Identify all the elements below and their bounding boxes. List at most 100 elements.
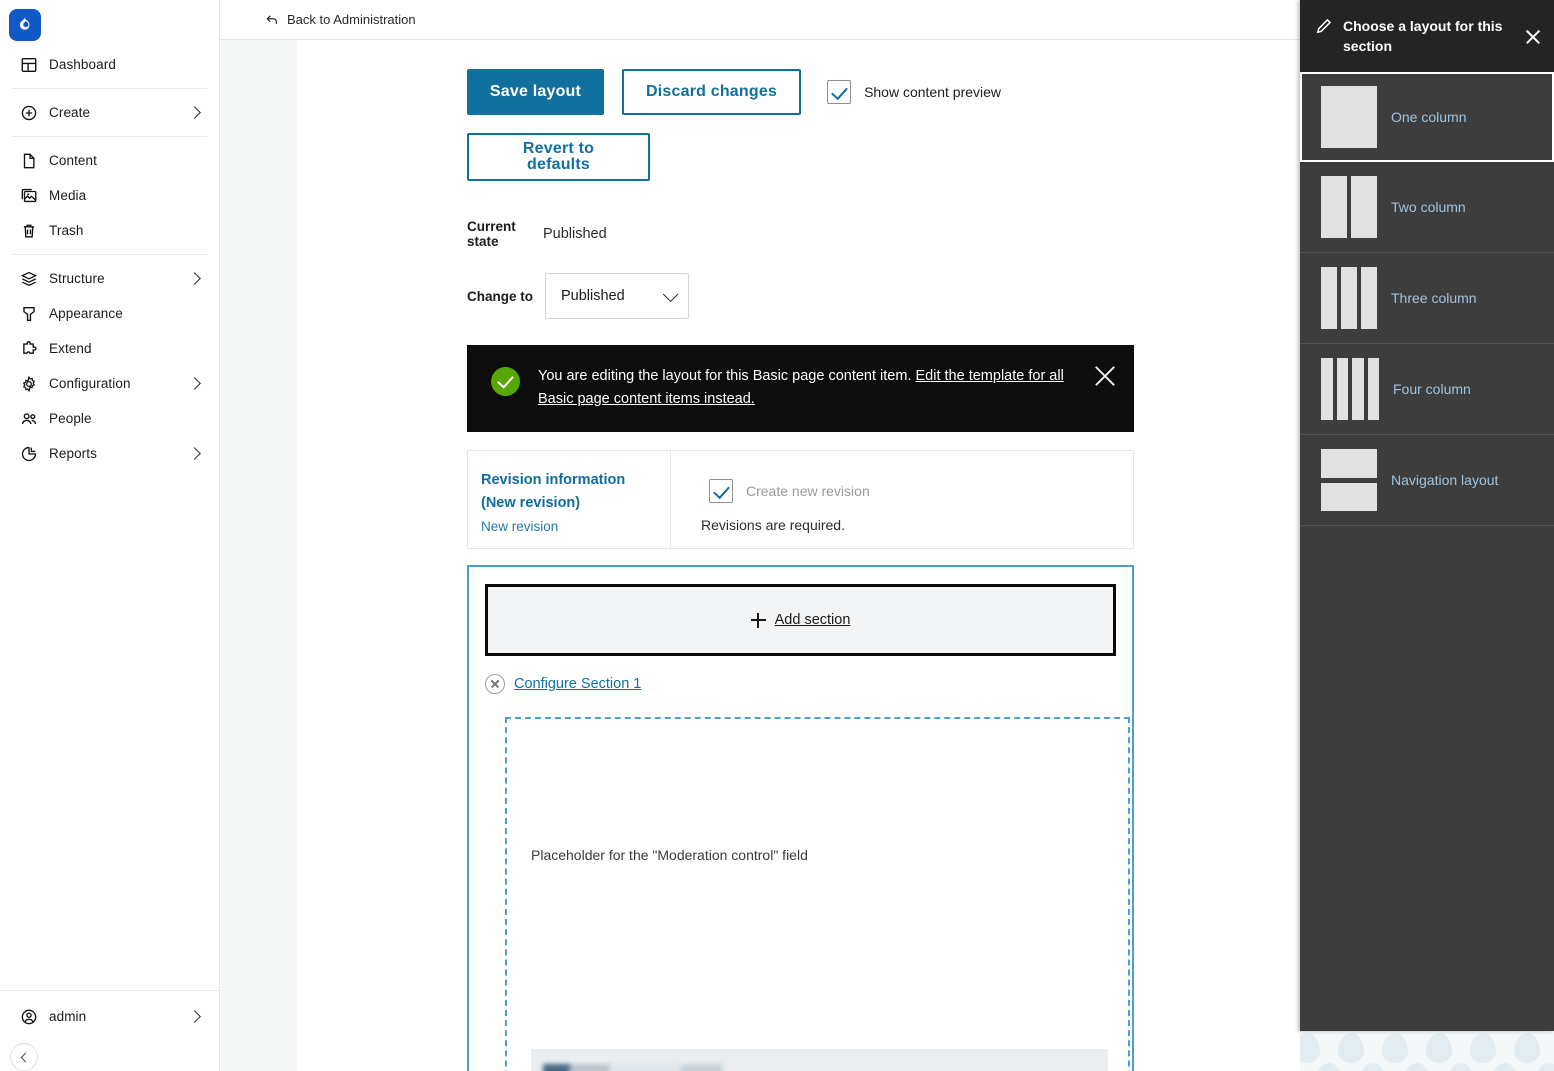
layout-option-four-column[interactable]: Four column: [1300, 344, 1554, 435]
configure-section-link[interactable]: Configure Section 1: [514, 676, 641, 692]
layout-option-label: Four column: [1393, 381, 1471, 397]
chevron-right-icon: [188, 447, 201, 460]
sidebar-item-structure[interactable]: Structure: [6, 261, 213, 296]
droplet-icon: [1470, 1033, 1496, 1063]
offcanvas-title: Choose a layout for this section: [1343, 18, 1503, 54]
image-icon: [20, 187, 38, 205]
chart-pie-icon: [20, 445, 38, 463]
sidebar-item-label: Media: [49, 188, 87, 203]
collapse-sidebar-button[interactable]: [10, 1043, 38, 1071]
sidebar-item-media[interactable]: Media: [6, 178, 213, 213]
sidebar-item-label: Extend: [49, 341, 92, 356]
create-new-revision-label: Create new revision: [746, 483, 870, 499]
droplet-icon: [1404, 1063, 1430, 1071]
sidebar-item-label: Dashboard: [49, 57, 116, 72]
user-circle-icon: [20, 1008, 38, 1026]
save-layout-button[interactable]: Save layout: [467, 69, 604, 115]
navigation-layout-thumbnail: [1321, 449, 1377, 511]
chevron-down-icon: [662, 286, 679, 302]
create-new-revision-toggle: Create new revision: [709, 479, 1133, 503]
layout-builder-canvas: Add section Configure Section 1 Placehol…: [467, 565, 1134, 1071]
sidebar-item-account[interactable]: admin: [6, 999, 213, 1034]
layout-option-label: Navigation layout: [1391, 472, 1499, 488]
layout-option-navigation-layout[interactable]: Navigation layout: [1300, 435, 1554, 526]
change-to-label: Change to: [467, 288, 533, 304]
sidebar-item-label: Reports: [49, 446, 97, 461]
droplet-icon: [1338, 1033, 1364, 1063]
two-column-thumbnail: [1321, 176, 1377, 238]
layout-option-one-column[interactable]: One column: [1300, 72, 1554, 162]
remove-section-icon[interactable]: [485, 674, 505, 694]
revision-summary[interactable]: Revision information (New revision) New …: [468, 451, 671, 548]
droplet-icon: [1382, 1033, 1408, 1063]
layout-option-two-column[interactable]: Two column: [1300, 162, 1554, 253]
change-to-row: Change to Published: [467, 273, 1302, 319]
one-column-thumbnail: [1321, 86, 1377, 148]
layout-actions: Save layout Discard changes Show content…: [467, 69, 1302, 115]
change-to-select[interactable]: Published: [545, 273, 689, 319]
close-icon[interactable]: [1524, 28, 1542, 46]
trash-icon: [20, 222, 38, 240]
sidebar-item-extend[interactable]: Extend: [6, 331, 213, 366]
revision-information-panel: Revision information (New revision) New …: [467, 450, 1134, 549]
add-section-label: Add section: [774, 612, 851, 628]
show-content-preview-toggle[interactable]: Show content preview: [827, 80, 1001, 104]
discard-changes-button[interactable]: Discard changes: [622, 69, 802, 115]
sidebar-item-create[interactable]: Create: [6, 95, 213, 130]
current-state-row: Current state Published: [467, 219, 1302, 249]
current-state-label: Current state: [467, 219, 516, 249]
document-icon: [20, 152, 38, 170]
revision-title: Revision information (New revision): [481, 472, 626, 511]
logo-container: [0, 0, 219, 41]
show-content-preview-checkbox[interactable]: [827, 80, 852, 104]
show-content-preview-label: Show content preview: [864, 84, 1002, 100]
sidebar-item-reports[interactable]: Reports: [6, 436, 213, 471]
status-message: You are editing the layout for this Basi…: [467, 345, 1134, 432]
plus-circle-icon: [20, 104, 38, 122]
droplet-icon: [1300, 1033, 1320, 1063]
droplet-icon: [1536, 1063, 1554, 1071]
account-label: admin: [49, 1009, 87, 1024]
sidebar-footer: admin: [0, 990, 219, 1071]
content-gutter: [220, 40, 297, 1071]
status-check-icon: [491, 367, 520, 396]
droplet-icon: [1448, 1063, 1474, 1071]
sidebar-item-appearance[interactable]: Appearance: [6, 296, 213, 331]
sidebar-item-configuration[interactable]: Configuration: [6, 366, 213, 401]
sidebar-item-people[interactable]: People: [6, 401, 213, 436]
create-new-revision-checkbox: [709, 479, 733, 503]
back-to-administration-link[interactable]: Back to Administration: [265, 12, 416, 27]
change-to-value: Published: [561, 288, 625, 304]
sidebar-item-content[interactable]: Content: [6, 143, 213, 178]
sidebar-item-label: Appearance: [49, 306, 123, 321]
block-preview-card[interactable]: Kareem - Ambitious Sitebuilder: [531, 1049, 1108, 1071]
offcanvas-header: Choose a layout for this section: [1300, 0, 1554, 72]
people-icon: [20, 410, 38, 428]
arrow-back-icon: [266, 14, 277, 24]
gear-icon: [20, 375, 38, 393]
section-region[interactable]: Placeholder for the "Moderation control"…: [505, 717, 1130, 1071]
sidebar-item-trash[interactable]: Trash: [6, 213, 213, 248]
three-column-thumbnail: [1321, 267, 1377, 329]
close-icon[interactable]: [1092, 363, 1118, 389]
chevron-left-icon: [20, 1052, 31, 1062]
left-sidebar: Dashboard Create Content Media Trash Str…: [0, 0, 220, 1071]
sidebar-item-label: People: [49, 411, 92, 426]
current-state-value: Published: [543, 226, 607, 242]
drupal-logo[interactable]: [9, 9, 41, 41]
chevron-right-icon: [188, 272, 201, 285]
revert-to-defaults-button[interactable]: Revert to defaults: [467, 133, 650, 181]
add-section-button[interactable]: Add section: [485, 584, 1116, 656]
layout-option-three-column[interactable]: Three column: [1300, 253, 1554, 344]
droplet-icon: [1492, 1063, 1518, 1071]
sidebar-item-dashboard[interactable]: Dashboard: [6, 47, 213, 82]
revision-details: Create new revision Revisions are requir…: [671, 451, 1133, 548]
sidebar-item-label: Structure: [49, 271, 105, 286]
droplet-icon: [1514, 1033, 1540, 1063]
nav-group-dashboard: Dashboard: [0, 41, 219, 88]
sidebar-item-label: Content: [49, 153, 97, 168]
revision-required-note: Revisions are required.: [701, 517, 845, 533]
droplet-watermark: [1300, 1031, 1554, 1071]
person-photo: [543, 1064, 723, 1071]
